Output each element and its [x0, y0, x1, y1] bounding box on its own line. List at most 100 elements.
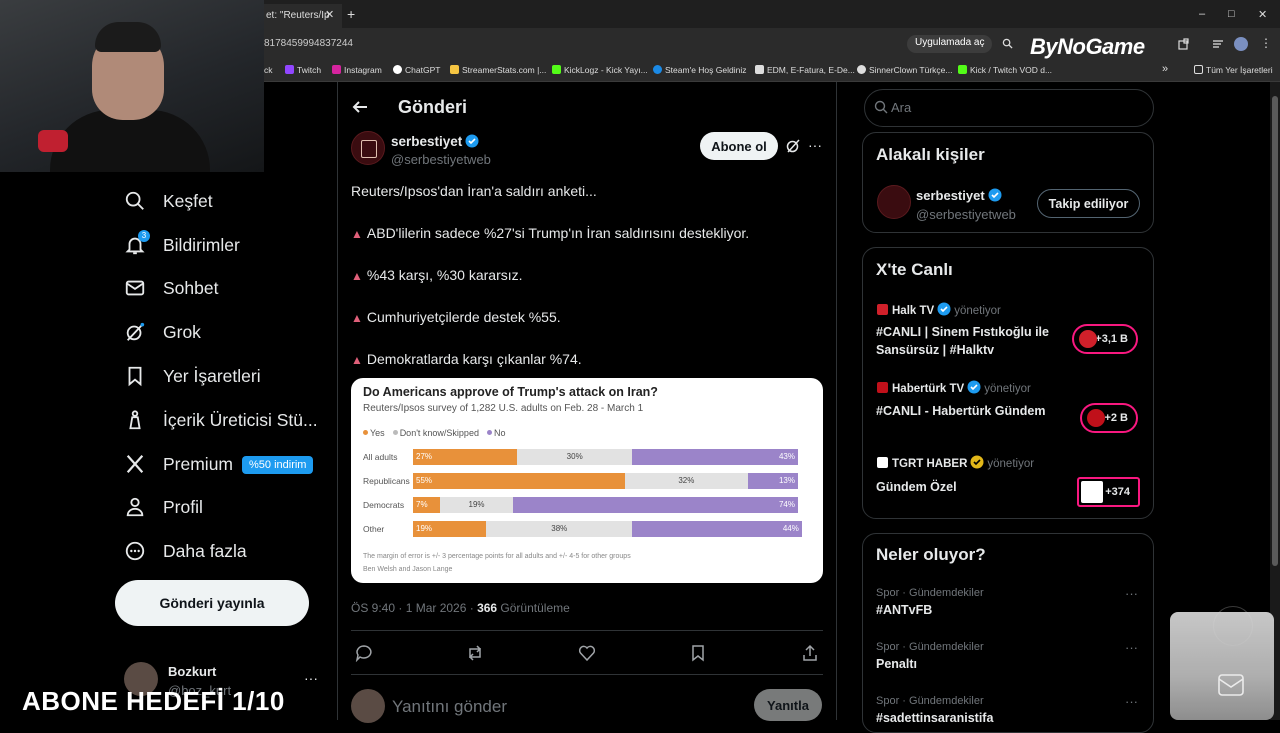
author-avatar[interactable]: [351, 131, 385, 165]
halktv-logo-icon: [877, 304, 888, 315]
live-source[interactable]: Halk TV yönetiyor: [877, 302, 1001, 317]
live-source[interactable]: Habertürk TV yönetiyor: [877, 380, 1031, 395]
tweet-text: Cumhuriyetçilerde destek %55.: [366, 309, 561, 325]
nav-bookmarks[interactable]: Yer İşaretleri: [124, 361, 261, 391]
live-host-label: yönetiyor: [987, 458, 1035, 470]
live-listener-count[interactable]: +374: [1077, 477, 1140, 507]
bookmark-item[interactable]: ck: [264, 65, 273, 75]
related-handle[interactable]: @serbestiyetweb: [916, 207, 1016, 222]
repost-icon[interactable]: [466, 644, 484, 662]
trend-more-icon[interactable]: ···: [1125, 640, 1138, 655]
page-title: Gönderi: [398, 97, 468, 117]
tweet-text-line: ▲ Demokratlarda karşı çıkanlar %74.: [351, 351, 582, 367]
trend-more-icon[interactable]: ···: [1125, 694, 1138, 709]
glass-cup-overlay: [1170, 612, 1274, 720]
bookmark-item[interactable]: Steam'e Hoş Geldiniz: [653, 65, 746, 75]
nav-more[interactable]: Daha fazla: [124, 536, 247, 566]
live-host-label: yönetiyor: [984, 383, 1031, 395]
open-in-app-button[interactable]: Uygulamada aç: [907, 35, 993, 53]
share-icon[interactable]: [801, 644, 819, 662]
trend-more-icon[interactable]: ···: [1125, 586, 1138, 601]
bookmark-item[interactable]: StreamerStats.com |...: [450, 65, 546, 75]
bookmark-item[interactable]: Twitch: [285, 65, 321, 75]
account-more-icon[interactable]: ···: [304, 670, 318, 686]
bookmark-item[interactable]: ChatGPT: [393, 65, 440, 75]
back-arrow-icon[interactable]: [350, 97, 370, 117]
extensions-icon[interactable]: [1178, 38, 1190, 50]
nav-premium[interactable]: Premium: [124, 449, 233, 479]
legend-swatch: [486, 430, 492, 435]
bookmark-item[interactable]: SinnerClown Türkçe...: [857, 65, 952, 75]
bookmark-item[interactable]: Instagram: [332, 65, 382, 75]
nav-explore[interactable]: Keşfet: [124, 186, 213, 216]
live-stream-title[interactable]: Gündem Özel: [876, 479, 957, 496]
triangle-icon: ▲: [351, 353, 363, 367]
premium-discount-badge: %50 indirim: [242, 456, 314, 474]
bookmark-action-icon[interactable]: [689, 644, 707, 662]
chart-note: The margin of error is +/- 3 percentage …: [363, 553, 631, 560]
new-tab-icon[interactable]: +: [347, 6, 355, 22]
window-close-icon[interactable]: ✕: [1258, 8, 1267, 21]
live-stream-title[interactable]: #CANLI - Habertürk Gündem: [876, 403, 1045, 420]
related-name-text: serbestiyet: [916, 188, 985, 203]
nav-messages[interactable]: Sohbet: [124, 273, 218, 303]
tweet-text: ABD'lilerin sadece %27'si Trump'ın İran …: [366, 225, 750, 241]
subscribe-button[interactable]: Abone ol: [700, 132, 778, 160]
nav-grok[interactable]: Grok: [124, 317, 201, 347]
bookmark-item[interactable]: KickLogz - Kick Yayı...: [552, 65, 648, 75]
author-name[interactable]: serbestiyet: [391, 134, 479, 149]
live-source[interactable]: TGRT HABER yönetiyor: [877, 455, 1034, 470]
nav-profile[interactable]: Profil: [124, 492, 203, 522]
live-stream-title[interactable]: #CANLI | Sinem Fıstıkoğlu ile: [876, 324, 1049, 341]
url-text[interactable]: 8178459994837244: [264, 38, 353, 49]
scrollbar-thumb[interactable]: [1272, 96, 1278, 566]
zoom-icon[interactable]: [1002, 38, 1013, 49]
legend-swatch: [392, 430, 398, 435]
media-icon[interactable]: [1212, 38, 1224, 50]
verified-badge-icon: [465, 134, 479, 148]
nav-creator-studio[interactable]: İçerik Üreticisi Stü...: [124, 405, 318, 435]
reply-input[interactable]: Yanıtını gönder: [392, 697, 507, 717]
live-title: X'te Canlı: [876, 260, 953, 279]
profile-avatar[interactable]: [1234, 37, 1248, 51]
all-bookmarks-button[interactable]: Tüm Yer İşaretleri: [1194, 65, 1273, 75]
minimize-icon[interactable]: –: [1199, 8, 1205, 20]
globe-icon: [857, 65, 866, 74]
reply-avatar: [351, 689, 385, 723]
messages-drawer-icon[interactable]: [1218, 674, 1244, 696]
grok-explain-icon[interactable]: [785, 138, 801, 154]
reply-button[interactable]: Yanıtla: [754, 689, 822, 721]
bookmark-item[interactable]: EDM, E-Fatura, E-De...: [755, 65, 855, 75]
related-avatar[interactable]: [877, 185, 911, 219]
post-more-icon[interactable]: ···: [808, 137, 822, 153]
like-icon[interactable]: [578, 644, 596, 662]
chart-category-label: Democrats: [363, 500, 405, 510]
trend-name[interactable]: #sadettinsaranistifa: [876, 711, 993, 725]
author-handle[interactable]: @serbestiyetweb: [391, 152, 491, 167]
live-listener-count[interactable]: +2 B: [1080, 403, 1138, 433]
tweet-text-line: ▲ Cumhuriyetçilerde destek %55.: [351, 309, 561, 325]
chart-image[interactable]: Do Americans approve of Trump's attack o…: [351, 378, 823, 583]
live-stream-title[interactable]: Sansürsüz | #Halktv: [876, 342, 994, 359]
maximize-icon[interactable]: □: [1228, 8, 1235, 20]
live-listener-count[interactable]: +3,1 B: [1072, 324, 1138, 354]
browser-menu-icon[interactable]: ⋮: [1260, 36, 1272, 50]
nav-label: Premium: [163, 453, 234, 474]
haberturk-logo-icon: [877, 382, 888, 393]
legend-label: No: [493, 428, 506, 438]
tweet-text-line: ▲ ABD'lilerin sadece %27'si Trump'ın İran…: [351, 225, 749, 241]
bookmark-item[interactable]: Kick / Twitch VOD d...: [958, 65, 1052, 75]
chart-bar-segment: 19%: [439, 497, 514, 513]
bookmarks-more-icon[interactable]: »: [1162, 63, 1168, 75]
related-name[interactable]: serbestiyet: [916, 188, 1002, 203]
chart-byline: Ben Welsh and Jason Lange: [363, 566, 453, 573]
trend-name[interactable]: #ANTvFB: [876, 603, 932, 617]
following-button[interactable]: Takip ediliyor: [1037, 189, 1140, 218]
nav-label: Sohbet: [163, 277, 219, 298]
post-timestamp[interactable]: ÖS 9:40 · 1 Mar 2026 ·: [351, 601, 477, 615]
trend-name[interactable]: Penaltı: [876, 657, 917, 671]
reply-icon[interactable]: [355, 644, 373, 662]
verified-badge-gold-icon: [970, 455, 984, 469]
tab-close-icon[interactable]: ✕: [325, 8, 334, 21]
post-button[interactable]: Gönderi yayınla: [115, 580, 309, 626]
